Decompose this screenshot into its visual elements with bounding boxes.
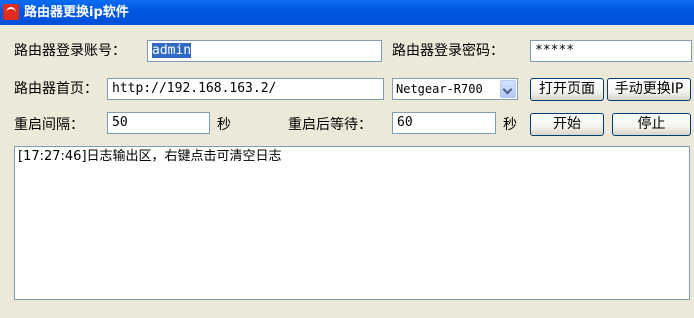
chevron-down-icon[interactable] — [500, 80, 516, 98]
router-app-icon — [3, 4, 19, 20]
log-output-area[interactable]: [17:27:46]日志输出区，右键点击可清空日志 — [14, 146, 690, 300]
restart-interval-input[interactable]: 50 — [107, 112, 210, 134]
password-input[interactable]: ***** — [530, 40, 692, 62]
account-label: 路由器登录账号： — [14, 43, 126, 59]
restart-interval-label: 重启间隔： — [14, 117, 84, 133]
window-title: 路由器更换ip软件 — [24, 5, 129, 20]
title-bar[interactable]: 路由器更换ip软件 — [0, 0, 694, 25]
router-model-value: Netgear-R700 — [396, 82, 483, 96]
account-input[interactable]: admin — [147, 40, 382, 62]
stop-button[interactable]: 停止 — [612, 113, 691, 136]
homepage-url-input[interactable]: http://192.168.163.2/ — [107, 78, 384, 100]
account-value: admin — [152, 43, 192, 58]
password-label: 路由器登录密码： — [392, 43, 504, 59]
start-button[interactable]: 开始 — [530, 113, 604, 136]
wait-after-restart-input[interactable]: 60 — [392, 112, 496, 134]
seconds-unit-label: 秒 — [217, 117, 231, 133]
open-page-button[interactable]: 打开页面 — [530, 78, 604, 101]
manual-change-ip-button[interactable]: 手动更换IP — [607, 78, 691, 101]
log-line: [17:27:46]日志输出区，右键点击可清空日志 — [18, 149, 282, 164]
router-model-select[interactable]: Netgear-R700 — [392, 78, 518, 100]
homepage-label: 路由器首页： — [14, 81, 98, 97]
wait-after-restart-label: 重启后等待： — [288, 117, 372, 133]
seconds-unit-label-2: 秒 — [503, 117, 517, 133]
